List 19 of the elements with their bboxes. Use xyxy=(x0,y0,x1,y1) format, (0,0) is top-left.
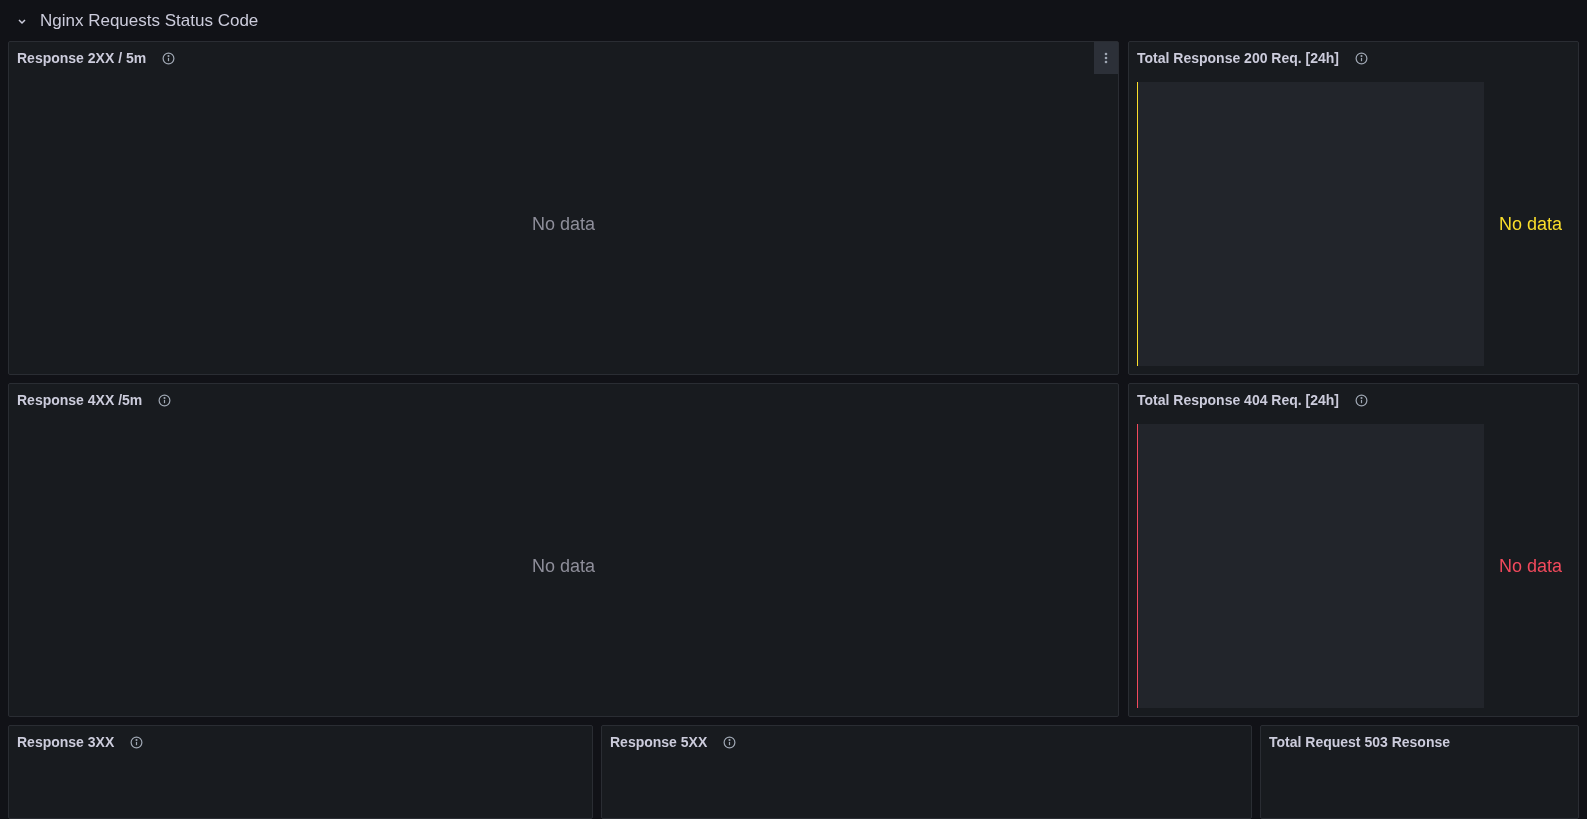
panel-title: Response 5XX xyxy=(610,732,708,752)
kebab-icon xyxy=(1104,52,1108,64)
no-data-message: No data xyxy=(531,212,595,236)
info-icon[interactable] xyxy=(162,51,176,65)
no-data-message: No data xyxy=(1498,554,1562,578)
info-icon[interactable] xyxy=(1355,51,1368,65)
panel-title: Total Response 200 Req. [24h] xyxy=(1137,48,1339,68)
panel-title: Response 4XX /5m xyxy=(17,390,143,410)
info-icon[interactable] xyxy=(1355,393,1368,407)
no-data-message: No data xyxy=(531,554,595,578)
info-icon[interactable] xyxy=(130,735,144,749)
info-icon[interactable] xyxy=(158,393,172,407)
panel-title: Response 3XX xyxy=(17,732,115,752)
panel-title: Total Request 503 Resonse xyxy=(1269,732,1451,752)
panel-title: Total Response 404 Req. [24h] xyxy=(1137,390,1339,410)
panel-title: Response 2XX / 5m xyxy=(17,48,147,68)
info-icon[interactable] xyxy=(723,735,737,749)
no-data-message: No data xyxy=(1498,212,1562,236)
row-title[interactable]: Nginx Requests Status Code xyxy=(40,7,259,34)
